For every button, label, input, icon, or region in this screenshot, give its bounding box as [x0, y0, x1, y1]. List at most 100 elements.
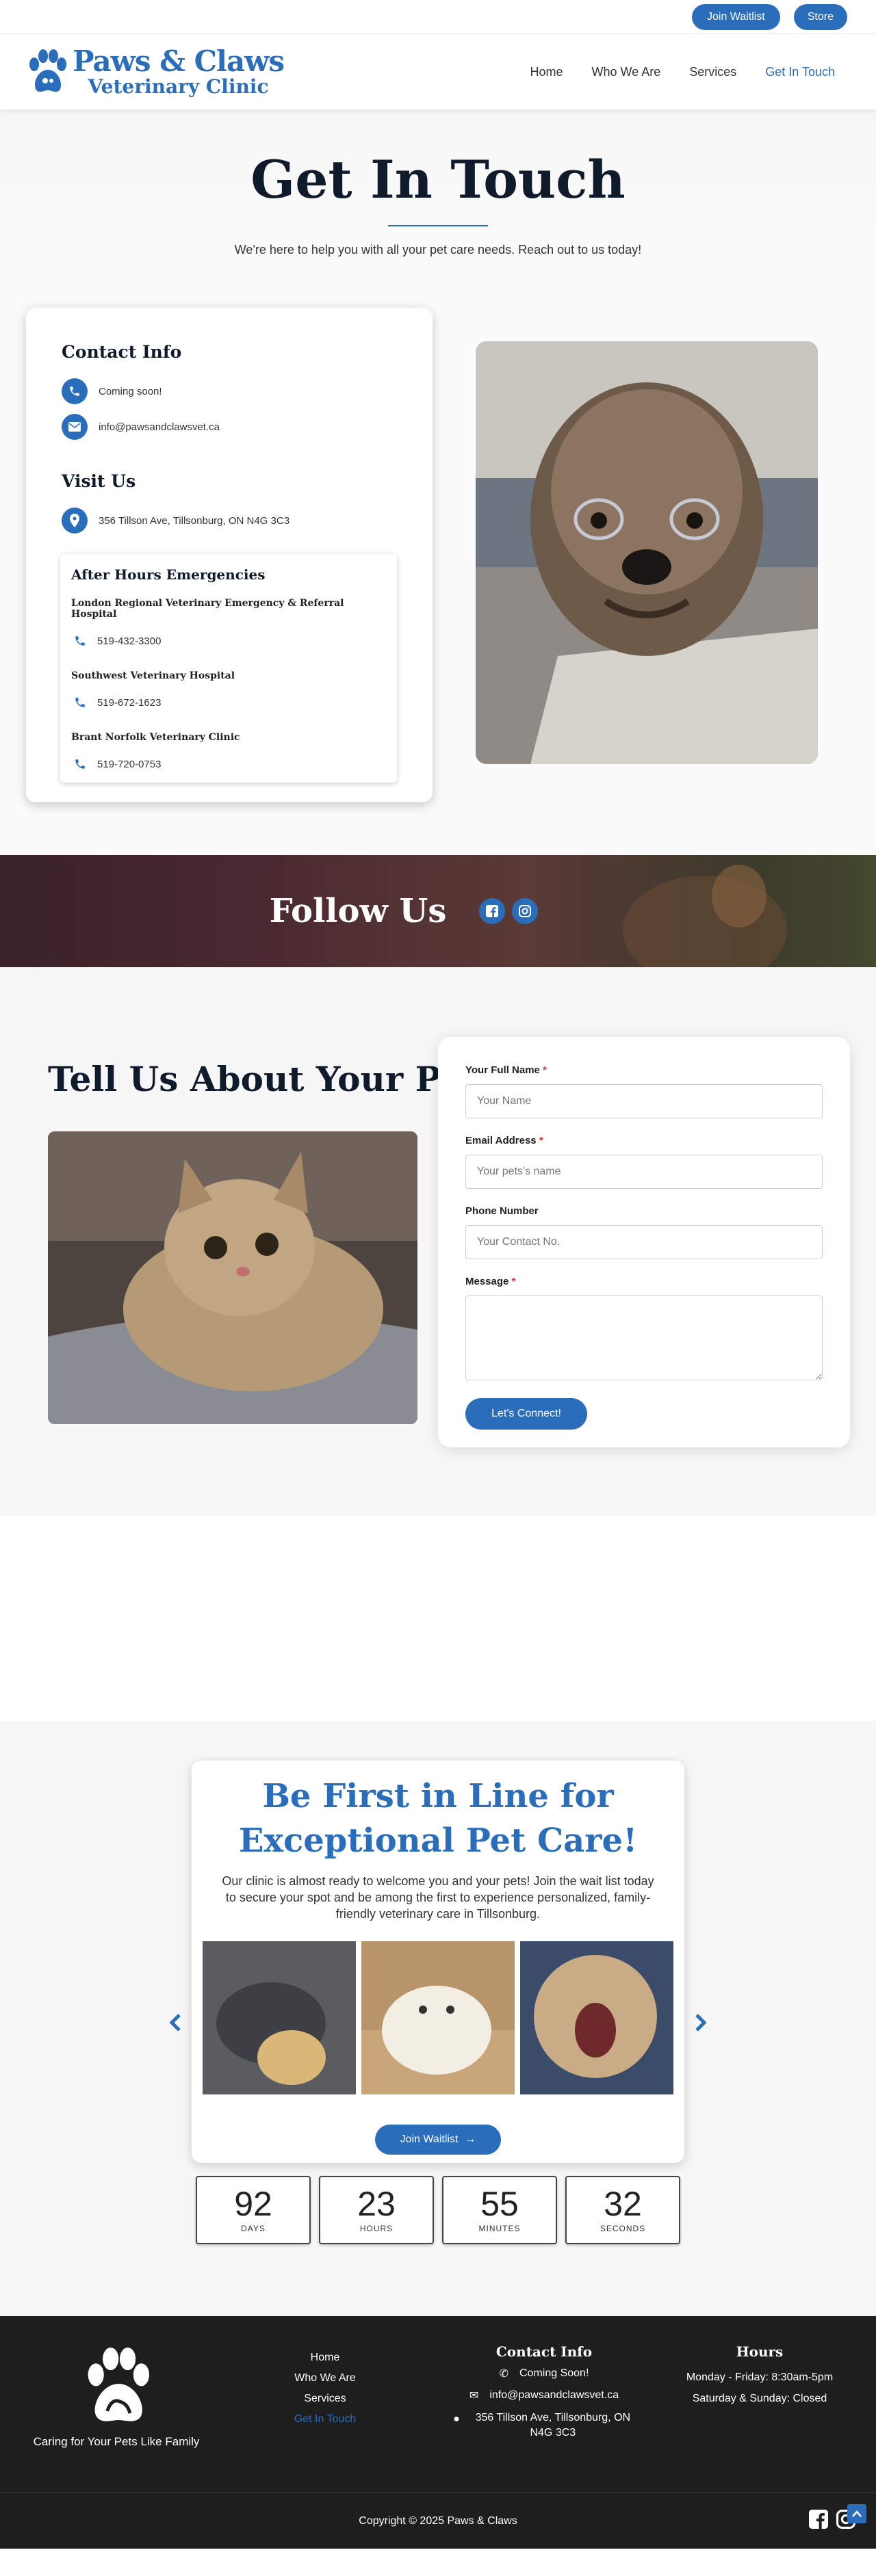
footer-link-home[interactable]: Home — [277, 2348, 373, 2368]
main-nav: Home Who We Are Services Get In Touch — [530, 65, 836, 79]
logo-subtitle: Veterinary Clinic — [88, 75, 269, 98]
phone-icon — [75, 636, 85, 646]
kitten-photo — [48, 1131, 417, 1424]
footer-link-services[interactable]: Services — [277, 2389, 373, 2409]
facebook-icon[interactable] — [479, 898, 506, 924]
nav-get-in-touch[interactable]: Get In Touch — [765, 65, 835, 79]
emergency-heading: After Hours Emergencies — [71, 566, 266, 583]
waitlist-title: Be First in Line for Exceptional Pet Care… — [238, 1777, 638, 1860]
instagram-icon[interactable] — [512, 898, 539, 924]
chevron-up-icon — [852, 2510, 862, 2517]
hero-section: Get In Touch We're here to help you with… — [0, 109, 876, 308]
footer-contact-heading: Contact Info — [495, 2343, 593, 2360]
gallery-photo-white-kitten — [361, 1941, 515, 2095]
phone-label: Phone Number — [465, 1205, 539, 1217]
page-title: Get In Touch — [250, 149, 626, 210]
nav-services[interactable]: Services — [689, 65, 736, 79]
contact-phone: Coming soon! — [99, 385, 162, 397]
hero-subtitle: We're here to help you with all your pet… — [234, 243, 642, 257]
hours-weekend: Saturday & Sunday: Closed — [692, 2393, 827, 2404]
beagle-background-image — [623, 865, 787, 967]
carousel-next-arrow-icon[interactable] — [690, 2012, 710, 2033]
footer-phone-row: ✆ Coming Soon! — [499, 2367, 589, 2380]
address-row: 356 Tillson Ave, Tillsonburg, ON N4G 3C3 — [62, 508, 397, 534]
footer-address-row: ● 356 Tillson Ave, Tillsonburg, ON N4G 3C… — [453, 2412, 631, 2439]
footer-link-get-in-touch[interactable]: Get In Touch — [277, 2409, 373, 2430]
join-waitlist-button[interactable]: Join Waitlist — [691, 3, 780, 30]
store-button[interactable]: Store — [793, 3, 847, 30]
hours-weekday: Monday - Friday: 8:30am-5pm — [686, 2371, 834, 2383]
hospital-phone-row: 519-720-0753 — [74, 758, 386, 770]
scroll-to-top-button[interactable] — [847, 2504, 866, 2523]
contact-form: Your Full Name * Email Address * Phone N… — [438, 1037, 850, 1447]
hospital-phone-row: 519-672-1623 — [74, 696, 386, 709]
carousel-prev-arrow-icon[interactable] — [166, 2012, 186, 2033]
envelope-icon: ✉ — [469, 2390, 479, 2402]
emergency-box: After Hours Emergencies London Regional … — [60, 554, 397, 783]
site-header: Paws & Claws Veterinary Clinic Home Who … — [0, 34, 876, 109]
social-links — [479, 898, 539, 924]
countdown-seconds: 32 SECONDS — [565, 2176, 680, 2244]
blank-spacer — [0, 1516, 876, 1721]
contact-card: Contact Info Coming soon! info@pawsandcl… — [26, 308, 433, 802]
countdown-hours: 23 HOURS — [319, 2176, 434, 2244]
message-label: Message * — [465, 1276, 516, 1287]
dog-with-glasses-photo — [476, 341, 818, 764]
site-footer: Caring for Your Pets Like Family Home Wh… — [0, 2316, 876, 2493]
waitlist-body: Our clinic is almost ready to welcome yo… — [222, 1874, 654, 1921]
footer-tagline: Caring for Your Pets Like Family — [33, 2435, 200, 2448]
phone-icon — [62, 378, 88, 404]
tell-us-section: Tell Us About Your Pet Your Full Name * … — [0, 967, 876, 1516]
waitlist-card: Be First in Line for Exceptional Pet Care… — [169, 1761, 707, 2163]
envelope-icon — [62, 414, 88, 440]
phone-icon — [75, 698, 85, 707]
hospital-name: Southwest Veterinary Hospital — [71, 670, 235, 681]
contact-info-heading: Contact Info — [62, 342, 182, 362]
logo-title: Paws & Claws — [73, 44, 285, 78]
footer-hours-heading: Hours — [736, 2343, 784, 2360]
address: 356 Tillson Ave, Tillsonburg, ON N4G 3C3 — [99, 514, 290, 527]
countdown-days: 92 DAYS — [196, 2176, 311, 2244]
contact-email-row: info@pawsandclawsvet.ca — [62, 414, 397, 440]
email-input[interactable] — [465, 1155, 823, 1189]
logo[interactable]: Paws & Claws Veterinary Clinic — [26, 44, 285, 98]
copyright: Copyright © 2025 Paws & Claws — [359, 2514, 517, 2527]
message-textarea[interactable] — [465, 1296, 823, 1380]
phone-icon: ✆ — [499, 2368, 508, 2380]
phone-icon — [75, 759, 85, 769]
email-label: Email Address * — [465, 1135, 543, 1146]
tell-us-title: Tell Us About Your Pet — [48, 1059, 478, 1099]
full-name-input[interactable] — [465, 1084, 823, 1118]
nav-who-we-are[interactable]: Who We Are — [592, 65, 661, 79]
footer-link-who-we-are[interactable]: Who We Are — [277, 2368, 373, 2389]
footer-brand: Caring for Your Pets Like Family — [27, 2348, 205, 2449]
title-divider — [388, 225, 488, 226]
footer-email-row: ✉ info@pawsandclawsvet.ca — [469, 2389, 619, 2402]
countdown-minutes: 55 MINUTES — [442, 2176, 557, 2244]
hospital-name: London Regional Veterinary Emergency & R… — [71, 598, 344, 620]
phone-input[interactable] — [465, 1225, 823, 1259]
hospital-phone[interactable]: 519-672-1623 — [97, 697, 161, 709]
gallery-photo-kitten-toy — [203, 1941, 356, 2095]
facebook-icon[interactable] — [809, 2510, 828, 2529]
hospital-phone-row: 519-432-3300 — [74, 635, 386, 647]
waitlist-section: Be First in Line for Exceptional Pet Care… — [0, 1721, 876, 2316]
contact-phone-row: Coming soon! — [62, 378, 397, 404]
lets-connect-button[interactable]: Let's Connect! — [465, 1398, 587, 1430]
arrow-right-icon: → — [465, 2133, 476, 2146]
hospital-phone[interactable]: 519-432-3300 — [97, 635, 161, 647]
map-marker-icon: ● — [453, 2413, 460, 2425]
footer-contact: Contact Info ✆ Coming Soon! ✉ info@pawsand… — [445, 2343, 643, 2441]
footer-bottom-bar: Copyright © 2025 Paws & Claws — [0, 2493, 876, 2549]
hospital-name: Brant Norfolk Veterinary Clinic — [71, 732, 240, 743]
map-marker-icon — [62, 508, 88, 534]
follow-us-banner: Follow Us — [0, 855, 876, 967]
contact-email[interactable]: info@pawsandclawsvet.ca — [99, 421, 220, 433]
paw-logo-icon — [88, 2348, 150, 2421]
hospital-phone[interactable]: 519-720-0753 — [97, 759, 161, 770]
gallery-photo-yawning-cat — [520, 1941, 673, 2095]
name-label: Your Full Name * — [465, 1064, 547, 1076]
join-waitlist-card-button[interactable]: Join Waitlist → — [375, 2125, 501, 2155]
visit-us-heading: Visit Us — [62, 471, 136, 491]
nav-home[interactable]: Home — [530, 65, 563, 79]
